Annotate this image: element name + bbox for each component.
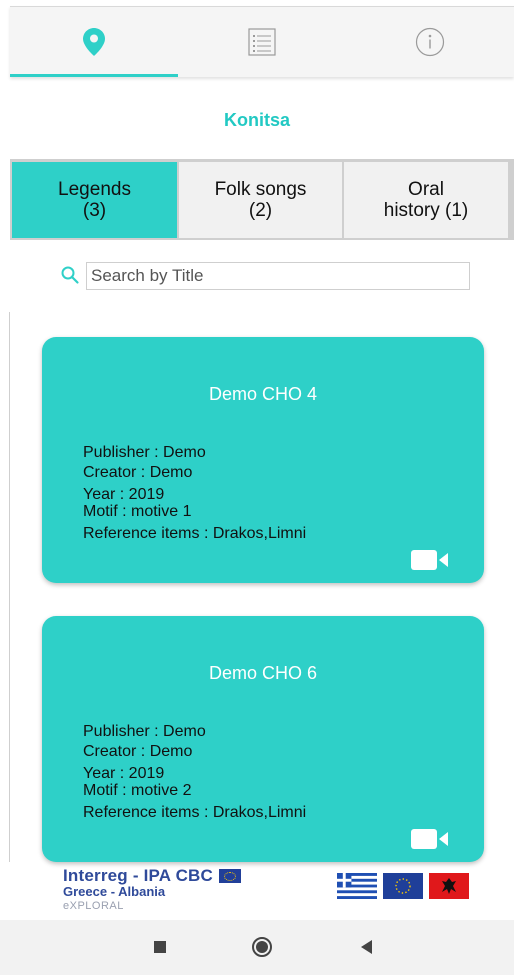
tab-legends[interactable]: Legends (3): [12, 162, 177, 238]
tab-map[interactable]: [10, 7, 178, 77]
system-navbar: [0, 920, 514, 975]
card-title: Demo CHO 4: [208, 384, 318, 404]
map-pin-icon: [83, 28, 105, 56]
program-region: Greece - Albania: [63, 884, 166, 899]
info-icon: [415, 27, 445, 57]
recents-button[interactable]: [149, 936, 171, 958]
card-publisher: Publisher : Demo: [83, 444, 206, 461]
top-tab-bar: [10, 6, 514, 77]
card-year: Year : 2019: [83, 486, 165, 503]
interreg-logo: Interreg - IPA CBC Greece - Albania eXPL…: [63, 866, 242, 912]
project-name: eXPLORAL: [63, 900, 124, 912]
tab-oral-history-label: Oral: [408, 179, 444, 200]
eu-flag-icon: [219, 869, 242, 883]
tab-legends-count: (3): [82, 200, 107, 221]
tab-folk-songs-count: (2): [248, 200, 273, 221]
albania-flag-icon: [429, 873, 469, 899]
category-tabs: Legends (3) Folk songs (2) Oral history …: [10, 159, 514, 240]
home-button[interactable]: [251, 936, 273, 958]
story-card[interactable]: Demo CHO 6 Publisher : Demo Creator : De…: [42, 616, 484, 862]
card-publisher: Publisher : Demo: [83, 723, 206, 740]
list-icon: [248, 28, 276, 56]
tab-folk-songs-label: Folk songs: [214, 179, 307, 200]
tab-oral-history[interactable]: Oral history (1): [344, 162, 508, 238]
tab-list[interactable]: [178, 7, 346, 77]
story-card[interactable]: Demo CHO 4 Publisher : Demo Creator : De…: [42, 337, 484, 583]
card-creator: Creator : Demo: [83, 743, 193, 760]
tab-info[interactable]: [346, 7, 514, 77]
card-reference: Reference items : Drakos,Limni: [83, 804, 307, 821]
tab-folk-songs[interactable]: Folk songs (2): [179, 162, 342, 238]
scroll-edge: [9, 312, 10, 862]
card-motif: Motif : motive 1: [83, 503, 192, 520]
partner-flags: [337, 873, 469, 899]
page-title: Konitsa: [223, 110, 290, 130]
card-year: Year : 2019: [83, 765, 165, 782]
card-title: Demo CHO 6: [208, 663, 318, 683]
eu-flag-icon: [383, 873, 423, 899]
back-button[interactable]: [356, 936, 378, 958]
active-tab-indicator: [10, 74, 178, 77]
tab-legends-label: Legends: [58, 179, 131, 200]
search-input[interactable]: [86, 262, 470, 290]
tab-oral-history-count: history (1): [383, 200, 469, 221]
video-camera-icon[interactable]: [411, 548, 449, 572]
greece-flag-icon: [337, 873, 377, 899]
video-camera-icon[interactable]: [411, 827, 449, 851]
program-name: Interreg - IPA CBC: [63, 866, 214, 885]
card-creator: Creator : Demo: [83, 464, 193, 481]
card-reference: Reference items : Drakos,Limni: [83, 525, 307, 542]
search-icon: [61, 266, 79, 284]
card-motif: Motif : motive 2: [83, 782, 192, 799]
